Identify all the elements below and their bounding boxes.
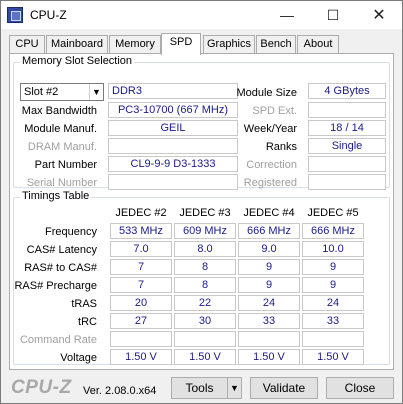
max-bandwidth-value: PC3-10700 (667 MHz) xyxy=(108,102,238,118)
slot-select[interactable]: Slot #2 ▼ xyxy=(20,83,104,101)
tools-dropdown-arrow-icon[interactable]: ▼ xyxy=(227,377,242,399)
ras-to-cas-label: RAS# to CAS# xyxy=(24,262,97,274)
tools-button[interactable]: Tools xyxy=(171,377,228,399)
tab-cpu[interactable]: CPU xyxy=(9,35,45,54)
timing-cell: 1.50 V xyxy=(238,349,300,365)
slot-select-value: Slot #2 xyxy=(24,86,59,98)
timings-table-group: Timings Table JEDEC #2 JEDEC #3 JEDEC #4… xyxy=(13,190,390,365)
timing-cell: 9 xyxy=(238,259,300,275)
timing-cell: 9.0 xyxy=(238,241,300,257)
timing-cell: 666 MHz xyxy=(302,223,364,239)
timing-cell: 24 xyxy=(238,295,300,311)
timing-cell: 7.0 xyxy=(110,241,172,257)
cpuz-app-icon xyxy=(7,7,23,23)
tab-spd[interactable]: SPD xyxy=(161,33,201,55)
week-year-label: Week/Year xyxy=(243,123,297,135)
timing-cell: 1.50 V xyxy=(110,349,172,365)
timing-cell: 8 xyxy=(174,259,236,275)
correction-label: Correction xyxy=(246,159,297,171)
validate-button[interactable]: Validate xyxy=(250,377,318,399)
timing-cell: 9 xyxy=(302,259,364,275)
timing-cell: 27 xyxy=(110,313,172,329)
close-button[interactable]: Close xyxy=(326,377,394,399)
spd-panel: Memory Slot Selection Slot #2 ▼ DDR3 Mod… xyxy=(9,53,394,370)
timing-cell: 666 MHz xyxy=(238,223,300,239)
module-size-label: Module Size xyxy=(236,87,297,99)
serial-number-label: Serial Number xyxy=(26,177,97,189)
tras-label: tRAS xyxy=(71,298,97,310)
tab-memory[interactable]: Memory xyxy=(109,35,161,54)
timings-column-header: JEDEC #4 xyxy=(243,207,295,219)
timing-cell xyxy=(110,331,172,347)
timing-cell: 609 MHz xyxy=(174,223,236,239)
trc-label: tRC xyxy=(78,316,97,328)
timing-cell: 22 xyxy=(174,295,236,311)
module-size-value: 4 GBytes xyxy=(308,83,386,99)
timing-cell: 33 xyxy=(302,313,364,329)
serial-number-value xyxy=(108,174,238,190)
command-rate-label: Command Rate xyxy=(19,334,97,346)
part-number-label: Part Number xyxy=(34,159,97,171)
week-year-value: 18 / 14 xyxy=(308,120,386,136)
timings-column-header: JEDEC #5 xyxy=(307,207,359,219)
timing-cell: 30 xyxy=(174,313,236,329)
timing-cell: 1.50 V xyxy=(302,349,364,365)
spd-ext-label: SPD Ext. xyxy=(252,105,297,117)
window-title: CPU-Z xyxy=(30,8,67,22)
voltage-label: Voltage xyxy=(60,352,97,364)
timings-column-header: JEDEC #3 xyxy=(179,207,231,219)
module-manuf-value: GEIL xyxy=(108,120,238,136)
max-bandwidth-label: Max Bandwidth xyxy=(21,105,97,117)
correction-value xyxy=(308,156,386,172)
dram-manuf-label: DRAM Manuf. xyxy=(27,141,97,153)
timing-cell: 10.0 xyxy=(302,241,364,257)
cpuz-window: CPU-Z — ☐ ✕ CPU Mainboard Memory SPD Gra… xyxy=(0,0,403,404)
timing-cell: 8.0 xyxy=(174,241,236,257)
timing-cell: 24 xyxy=(302,295,364,311)
timing-cell: 20 xyxy=(110,295,172,311)
module-manuf-label: Module Manuf. xyxy=(24,123,97,135)
timing-cell: 8 xyxy=(174,277,236,293)
tab-bench[interactable]: Bench xyxy=(256,35,296,54)
chevron-down-icon[interactable]: ▼ xyxy=(89,84,103,100)
tab-about[interactable]: About xyxy=(297,35,339,54)
title-bar[interactable]: CPU-Z — ☐ ✕ xyxy=(1,1,402,29)
timing-cell: 9 xyxy=(238,277,300,293)
timing-cell: 33 xyxy=(238,313,300,329)
ranks-label: Ranks xyxy=(265,141,297,153)
part-number-value: CL9-9-9 D3-1333 xyxy=(108,156,238,172)
timings-column-header: JEDEC #2 xyxy=(115,207,167,219)
timing-cell: 7 xyxy=(110,259,172,275)
timing-cell: 9 xyxy=(302,277,364,293)
ranks-value: Single xyxy=(308,138,386,154)
memory-slot-selection-title: Memory Slot Selection xyxy=(20,55,135,67)
memory-type-value: DDR3 xyxy=(108,83,238,99)
ras-precharge-label: RAS# Precharge xyxy=(14,280,97,292)
registered-label: Registered xyxy=(243,177,297,189)
timing-cell: 7 xyxy=(110,277,172,293)
timings-table-title: Timings Table xyxy=(20,190,92,202)
version-text: Ver. 2.08.0.x64 xyxy=(83,385,157,397)
spd-ext-value xyxy=(308,102,386,118)
cas-latency-label: CAS# Latency xyxy=(26,244,97,256)
close-window-button[interactable]: ✕ xyxy=(356,1,402,29)
tab-graphics[interactable]: Graphics xyxy=(203,35,255,54)
timing-cell: 533 MHz xyxy=(110,223,172,239)
dram-manuf-value xyxy=(108,138,238,154)
cpuz-logo: CPU-Z xyxy=(11,377,72,398)
timing-cell xyxy=(238,331,300,347)
timing-cell xyxy=(174,331,236,347)
minimize-button[interactable]: — xyxy=(264,1,310,29)
tab-mainboard[interactable]: Mainboard xyxy=(46,35,108,54)
maximize-button[interactable]: ☐ xyxy=(310,1,356,29)
memory-slot-selection-group: Memory Slot Selection Slot #2 ▼ DDR3 Mod… xyxy=(13,55,390,190)
frequency-label: Frequency xyxy=(45,226,97,238)
timing-cell xyxy=(302,331,364,347)
timing-cell: 1.50 V xyxy=(174,349,236,365)
registered-value xyxy=(308,174,386,190)
